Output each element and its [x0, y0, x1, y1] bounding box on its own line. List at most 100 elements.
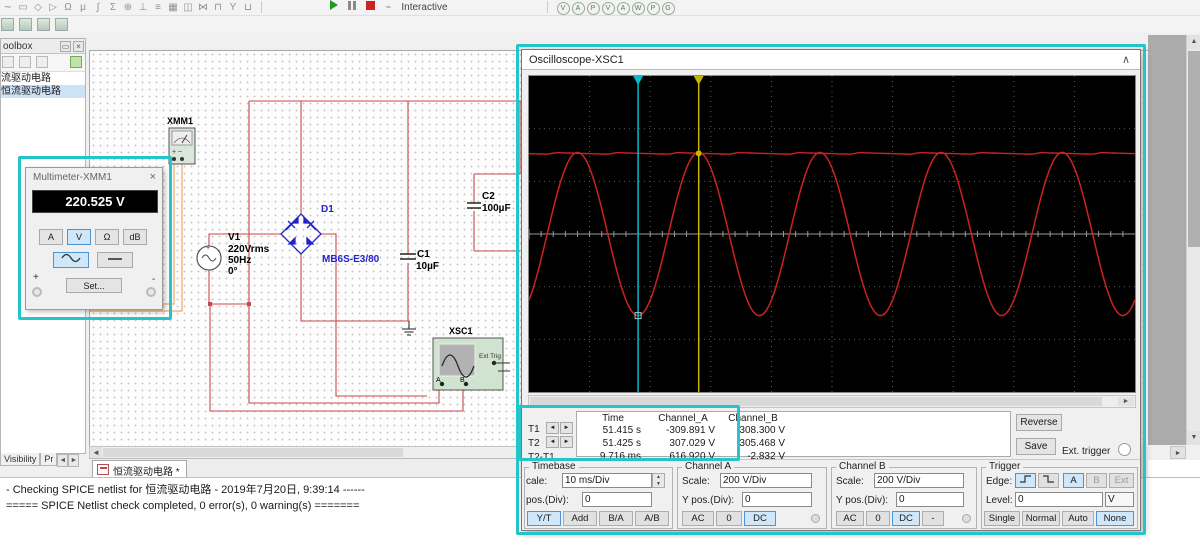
- toolbox-close-icon[interactable]: ×: [73, 41, 84, 52]
- toolbar-icon[interactable]: ▷: [46, 1, 60, 15]
- new-schematic-icon[interactable]: [2, 56, 14, 68]
- trigger-a-button[interactable]: A: [1063, 473, 1084, 488]
- tab-scroll-right-icon[interactable]: ►: [68, 454, 80, 467]
- toolbar-icon[interactable]: ▦: [166, 1, 180, 15]
- canvas-hscroll-thumb[interactable]: [103, 448, 403, 457]
- cursor-t1-flag[interactable]: [633, 76, 644, 85]
- add-button[interactable]: Add: [563, 511, 597, 526]
- canvas-hscroll-left-icon[interactable]: ◄: [90, 447, 102, 458]
- t1-right-icon[interactable]: ►: [560, 422, 573, 434]
- save-button[interactable]: Save: [1016, 438, 1056, 455]
- chb-zero-button[interactable]: 0: [866, 511, 890, 526]
- refresh-icon[interactable]: [70, 56, 82, 68]
- trigger-normal-button[interactable]: Normal: [1022, 511, 1060, 526]
- toolbar-icon[interactable]: μ: [76, 1, 90, 15]
- trigger-level-input[interactable]: 0: [1015, 492, 1103, 507]
- tab-visibility[interactable]: Visibility: [0, 453, 41, 466]
- ba-button[interactable]: B/A: [599, 511, 633, 526]
- ac-mode-button[interactable]: [53, 252, 89, 268]
- trigger-unit-select[interactable]: V: [1105, 492, 1134, 507]
- simulation-profile-combo[interactable]: Interactive: [398, 2, 484, 15]
- instrument-xsc1[interactable]: [432, 337, 510, 391]
- edge-falling-button[interactable]: [1038, 473, 1059, 488]
- cha-dc-button[interactable]: DC: [744, 511, 776, 526]
- ohmmeter-button[interactable]: Ω: [95, 229, 119, 245]
- toolbar-icon[interactable]: Σ: [106, 1, 120, 15]
- ab-button[interactable]: A/B: [635, 511, 669, 526]
- toolbar-icon[interactable]: ≡: [151, 1, 165, 15]
- vscroll-thumb[interactable]: [1188, 51, 1200, 247]
- trigger-ext-button[interactable]: Ext: [1109, 473, 1134, 488]
- oscilloscope-graticule[interactable]: [528, 75, 1136, 393]
- trigger-none-button[interactable]: None: [1096, 511, 1134, 526]
- probe-icon[interactable]: V: [601, 2, 615, 15]
- toolbar-icon[interactable]: ∼: [1, 1, 15, 15]
- scope-hscrollbar[interactable]: ►: [528, 395, 1136, 408]
- toolbar-icon[interactable]: ▭: [16, 1, 30, 15]
- toolbar-icon[interactable]: ◫: [181, 1, 195, 15]
- tab-properties[interactable]: Pr: [40, 453, 58, 466]
- timebase-spinner[interactable]: ▲ ▼: [652, 473, 665, 488]
- toolbar-icon[interactable]: ⊕: [121, 1, 135, 15]
- db-button[interactable]: dB: [123, 229, 147, 245]
- cha-ypos-input[interactable]: 0: [742, 492, 812, 507]
- canvas-vscrollbar[interactable]: ▲ ▼: [1186, 35, 1200, 445]
- cha-probe-dot[interactable]: [811, 514, 820, 523]
- postprocessor-icon[interactable]: [37, 18, 51, 31]
- toolbar-icon[interactable]: ⋈: [196, 1, 210, 15]
- component-v1[interactable]: +: [196, 245, 222, 271]
- reverse-button[interactable]: Reverse: [1016, 414, 1062, 431]
- t2-left-icon[interactable]: ◄: [546, 436, 559, 448]
- pause-button[interactable]: [345, 1, 359, 15]
- probe-icon[interactable]: A: [616, 2, 630, 15]
- vscroll-up-icon[interactable]: ▲: [1187, 35, 1200, 49]
- probe-icon[interactable]: V: [556, 2, 570, 15]
- ammeter-button[interactable]: A: [39, 229, 63, 245]
- trigger-single-button[interactable]: Single: [984, 511, 1020, 526]
- component-d1-bridge[interactable]: [280, 213, 322, 255]
- toolbar-icon[interactable]: ⊔: [241, 1, 255, 15]
- positive-terminal[interactable]: [32, 287, 42, 297]
- vscroll-down-icon[interactable]: ▼: [1187, 431, 1200, 445]
- scope-hscroll-right-icon[interactable]: ►: [1118, 397, 1134, 406]
- toolbar-icon[interactable]: ⊓: [211, 1, 225, 15]
- component-c1[interactable]: [400, 253, 416, 260]
- chb-ac-button[interactable]: AC: [836, 511, 864, 526]
- graph-icon[interactable]: [1, 18, 14, 31]
- component-c2[interactable]: [467, 202, 481, 209]
- tree-item-circuit-2[interactable]: 恒流驱动电路: [1, 85, 85, 98]
- instrument-xmm1[interactable]: + −: [168, 127, 196, 165]
- toolbar-icon[interactable]: ◇: [31, 1, 45, 15]
- chb-scale-input[interactable]: 200 V/Div: [874, 473, 964, 488]
- t2-right-icon[interactable]: ►: [560, 436, 573, 448]
- probe-icon[interactable]: P: [646, 2, 660, 15]
- dc-mode-button[interactable]: [97, 252, 133, 268]
- t1-left-icon[interactable]: ◄: [546, 422, 559, 434]
- trigger-auto-button[interactable]: Auto: [1062, 511, 1094, 526]
- hscroll-right-icon[interactable]: ►: [1170, 446, 1186, 459]
- tree-item-circuit-1[interactable]: 流驱动电路: [1, 72, 85, 85]
- toolbar-icon[interactable]: ⊥: [136, 1, 150, 15]
- close-icon[interactable]: ×: [150, 171, 156, 183]
- negative-terminal[interactable]: [146, 287, 156, 297]
- scope-hscroll-thumb[interactable]: [530, 397, 1102, 406]
- stop-button[interactable]: [363, 1, 377, 15]
- toolbar-icon[interactable]: ∫: [91, 1, 105, 15]
- probe-icon[interactable]: W: [631, 2, 645, 15]
- trigger-b-button[interactable]: B: [1086, 473, 1107, 488]
- chb-dc-button[interactable]: DC: [892, 511, 920, 526]
- chb-minus-button[interactable]: -: [922, 511, 944, 526]
- cha-zero-button[interactable]: 0: [716, 511, 742, 526]
- oscilloscope-titlebar[interactable]: Oscilloscope-XSC1 ∧: [522, 50, 1140, 70]
- timebase-xpos-input[interactable]: 0: [582, 492, 652, 507]
- set-button[interactable]: Set...: [66, 278, 122, 293]
- toolbox-pin-icon[interactable]: ▭: [60, 41, 71, 52]
- chb-ypos-input[interactable]: 0: [896, 492, 964, 507]
- tab-scroll-left-icon[interactable]: ◄: [57, 454, 69, 467]
- probe-icon[interactable]: G: [661, 2, 675, 15]
- cha-ac-button[interactable]: AC: [682, 511, 714, 526]
- collapse-icon[interactable]: ∧: [1122, 53, 1130, 66]
- probe-icon[interactable]: A: [571, 2, 585, 15]
- voltmeter-button[interactable]: V: [67, 229, 91, 245]
- probe-icon[interactable]: P: [586, 2, 600, 15]
